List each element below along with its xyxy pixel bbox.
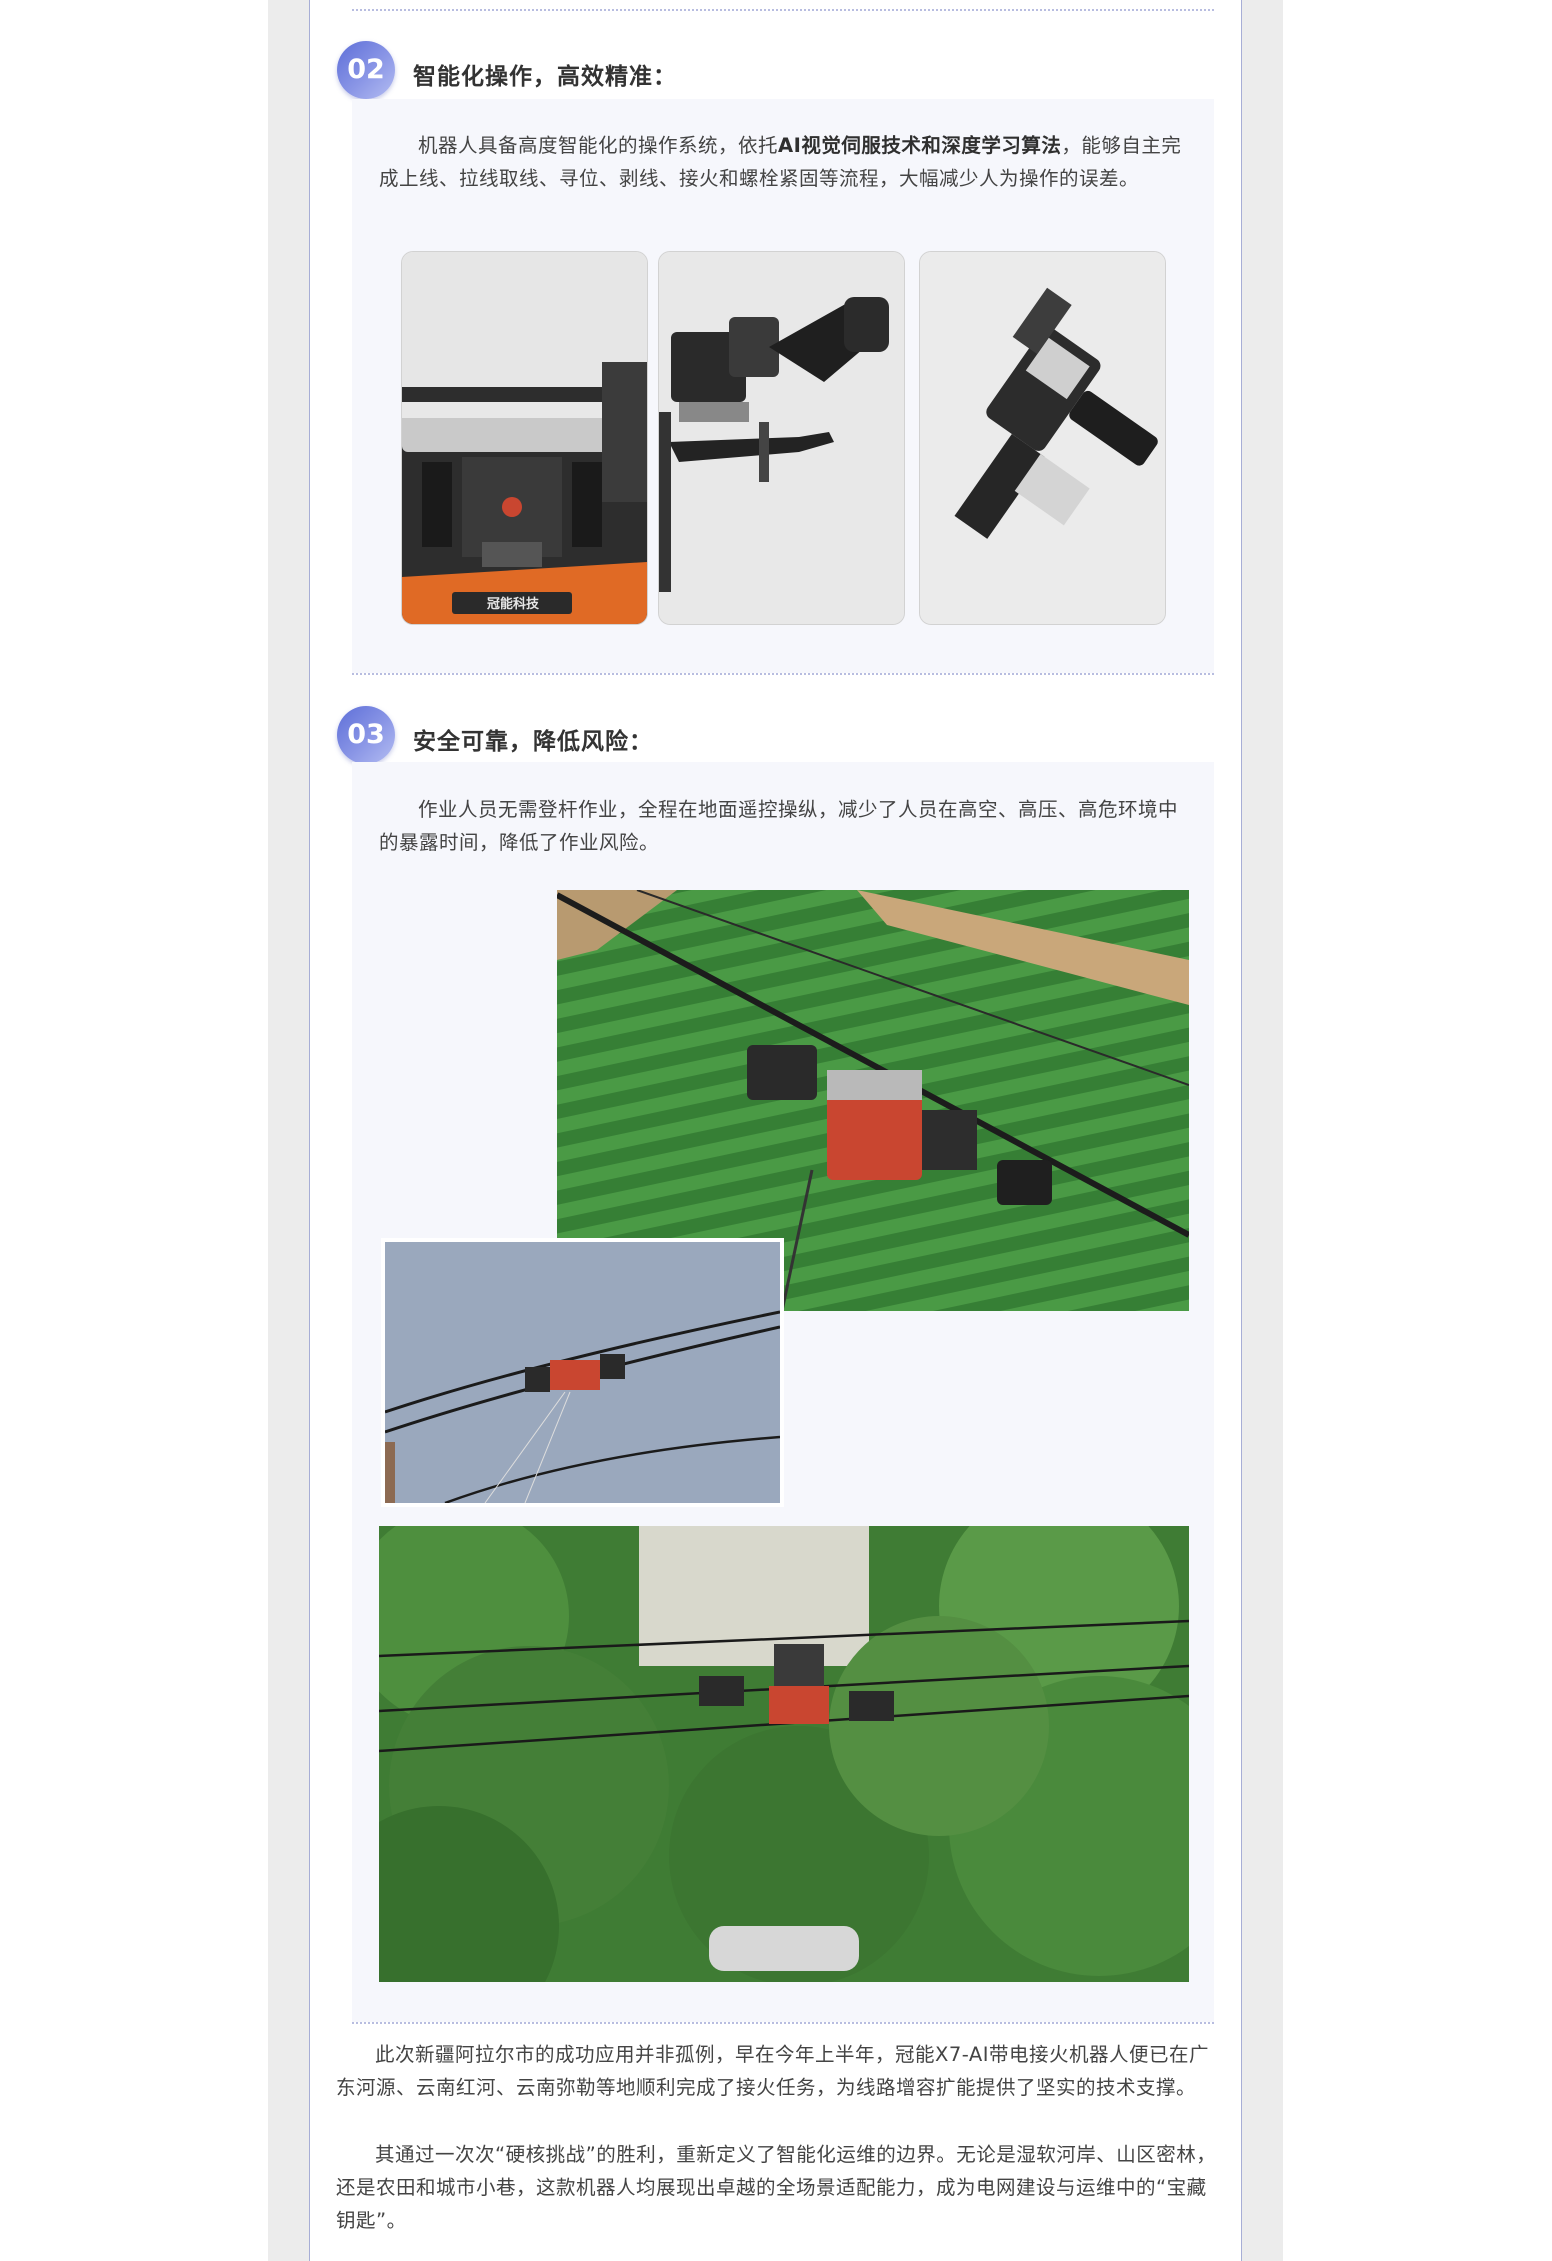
robot-sky-photo xyxy=(381,1238,784,1507)
section-number-badge: 03 xyxy=(337,706,395,764)
robot-tool-image xyxy=(919,251,1166,625)
brand-logo-text: 冠能科技 xyxy=(487,597,540,612)
section-number-badge: 02 xyxy=(337,41,395,99)
page-margin-left xyxy=(268,0,309,2261)
closing-paragraph: 此次新疆阿拉尔市的成功应用并非孤例，早在今年上半年，冠能X7-AI带电接火机器人… xyxy=(336,2043,1209,2099)
section-divider xyxy=(352,673,1214,675)
section-divider xyxy=(352,9,1214,11)
paragraph-text: 机器人具备高度智能化的操作系统，依托 xyxy=(418,134,779,157)
closing-paragraph: 其通过一次次“硬核挑战”的胜利，重新定义了智能化运维的边界。无论是湿软河岸、山区… xyxy=(336,2143,1217,2232)
section-paragraph: 作业人员无需登杆作业，全程在地面遥控操纵，减少了人员在高空、高压、高危环境中的暴… xyxy=(379,798,1179,854)
section-divider xyxy=(352,2022,1214,2024)
robot-front-image xyxy=(401,251,648,625)
section-paragraph: 机器人具备高度智能化的操作系统，依托AI视觉伺服技术和深度学习算法，能够自主完成… xyxy=(379,129,1190,195)
section-heading: 智能化操作，高效精准： xyxy=(413,64,677,90)
robot-trees-photo xyxy=(379,1526,1189,1982)
robot-gripper-image xyxy=(658,251,905,625)
page-margin-right xyxy=(1242,0,1283,2261)
paragraph-emphasis: AI视觉伺服技术和深度学习算法 xyxy=(778,134,1062,157)
section-heading: 安全可靠，降低风险： xyxy=(413,729,653,755)
